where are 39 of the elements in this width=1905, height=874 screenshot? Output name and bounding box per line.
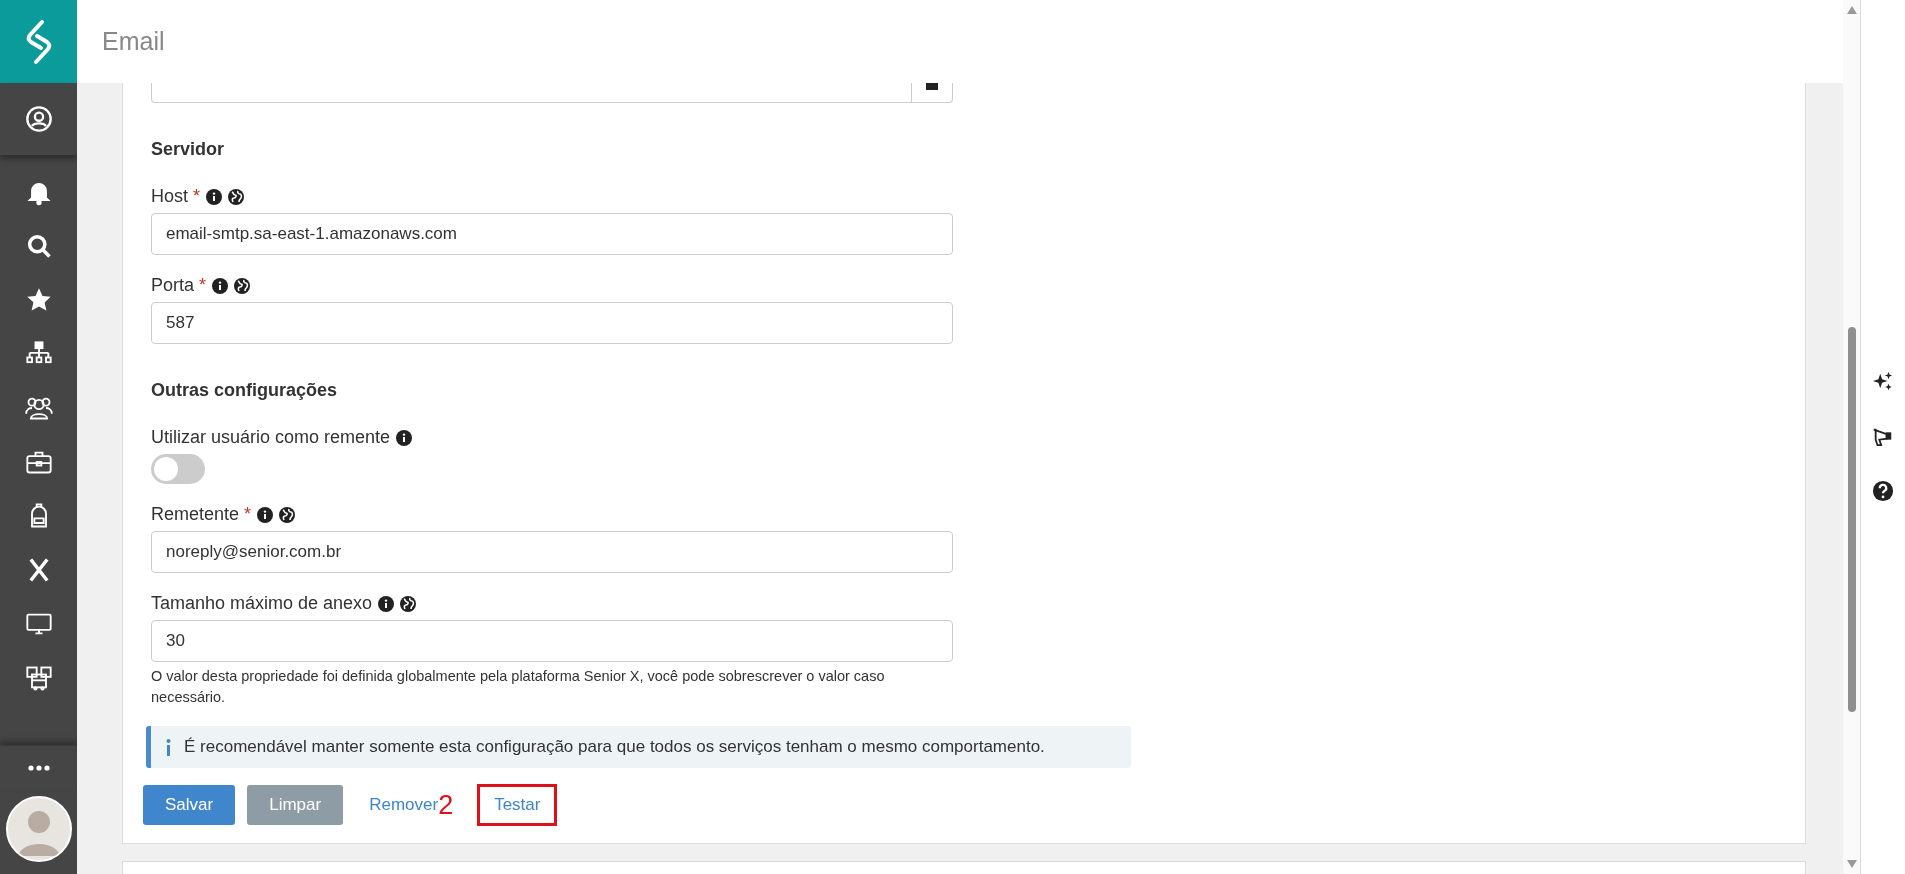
globe-icon[interactable] <box>228 188 245 205</box>
info-icon <box>165 738 172 756</box>
info-icon[interactable] <box>212 277 229 294</box>
info-icon[interactable] <box>257 506 274 523</box>
trucks-icon[interactable] <box>24 664 53 692</box>
toggle-switch[interactable] <box>151 454 205 484</box>
field-label: Remetente * <box>151 504 252 525</box>
action-link[interactable]: Remover <box>369 787 439 823</box>
globe-icon[interactable] <box>279 506 296 523</box>
globe-icon[interactable] <box>400 595 417 612</box>
info-icon[interactable] <box>396 429 413 446</box>
help-text: O valor desta propriedade foi definida globalmente pela plataforma Senior X, você pode sobrescrever o valor caso necessário. <box>151 667 886 707</box>
input-field[interactable]: email-smtp.sa-east-1.amazonaws.com <box>151 213 953 255</box>
scrollbar[interactable] <box>1843 0 1861 874</box>
action-link[interactable]: Testar <box>477 784 558 826</box>
field-label: Porta * <box>151 275 207 296</box>
scrollbar-thumb[interactable] <box>1848 327 1856 712</box>
globe-icon[interactable] <box>234 277 251 294</box>
input-field[interactable]: noreply@senior.com.br <box>151 531 953 573</box>
input-field[interactable] <box>151 83 953 103</box>
field-label: Host * <box>151 186 201 207</box>
sparkle-icon[interactable] <box>1872 370 1894 392</box>
scroll-up-icon[interactable] <box>1847 6 1857 14</box>
section-title: Outras configurações <box>151 380 339 401</box>
action-button[interactable]: Salvar <box>143 785 236 825</box>
section-title: Servidor <box>151 139 226 160</box>
info-icon[interactable] <box>378 595 395 612</box>
input-field[interactable]: 30 <box>151 620 953 662</box>
input-field[interactable]: 587 <box>151 302 953 344</box>
annotation-number: 2 <box>438 789 454 821</box>
scroll-down-icon[interactable] <box>1847 860 1857 868</box>
field-label: Tamanho máximo de anexo <box>151 593 373 614</box>
user-icon[interactable] <box>24 105 53 133</box>
field-label: Utilizar usuário como remente <box>151 427 391 448</box>
help-icon[interactable] <box>1872 480 1894 502</box>
page-title: Email <box>102 27 165 56</box>
info-icon[interactable] <box>206 188 223 205</box>
banner-text: É recomendável manter somente esta configuração para que todos os serviços tenham o mesmo comportamento. <box>184 737 1045 757</box>
more-icon[interactable] <box>27 765 50 771</box>
